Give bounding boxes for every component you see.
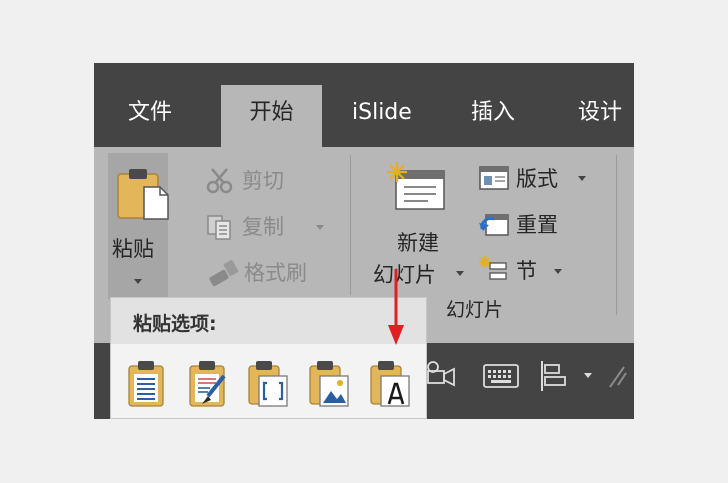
paste-option-keep-text-only[interactable] <box>367 358 413 410</box>
tab-insert[interactable]: 插入 <box>471 85 515 147</box>
paste-option-picture[interactable] <box>306 358 352 410</box>
keyboard-icon[interactable] <box>482 363 520 389</box>
align-dropdown-caret[interactable] <box>584 373 592 378</box>
paste-option-embed[interactable] <box>245 358 291 410</box>
ribbon-separator <box>616 155 617 315</box>
paste-clipboard-icon <box>117 169 169 220</box>
rotate-icon[interactable] <box>604 361 634 391</box>
layout-dropdown-caret[interactable] <box>578 176 586 181</box>
paste-dropdown-caret[interactable] <box>134 279 142 284</box>
tab-design[interactable]: 设计 <box>578 85 622 147</box>
layout-button[interactable]: 版式 <box>516 163 558 193</box>
copy-button[interactable]: 复制 <box>242 211 284 241</box>
reset-button[interactable]: 重置 <box>516 209 558 239</box>
slides-group-label: 幻灯片 <box>446 299 504 321</box>
section-dropdown-caret[interactable] <box>554 269 562 274</box>
new-slide-label-line1[interactable]: 新建 <box>397 227 439 257</box>
format-painter-button[interactable]: 格式刷 <box>244 257 307 287</box>
section-icon <box>479 256 507 280</box>
paste-embed-icon <box>248 361 288 407</box>
paste-label: 粘贴 <box>112 237 154 261</box>
scissors-icon <box>206 168 233 194</box>
paste-keep-source-formatting-icon <box>189 361 226 407</box>
tab-islide[interactable]: iSlide <box>352 85 412 147</box>
section-button[interactable]: 节 <box>516 255 537 285</box>
align-left-icon[interactable] <box>538 359 568 393</box>
paste-keep-text-only-icon <box>370 361 410 407</box>
ribbon-separator <box>350 155 351 295</box>
copy-icon <box>207 215 231 240</box>
paste-picture-icon <box>309 361 349 407</box>
layout-icon <box>479 166 509 190</box>
tab-file[interactable]: 文件 <box>128 85 172 147</box>
paste-option-keep-source-formatting[interactable] <box>184 358 230 410</box>
paste-use-destination-theme-icon <box>128 361 164 407</box>
new-slide-dropdown-caret[interactable] <box>456 271 464 276</box>
video-camera-icon[interactable] <box>424 359 458 387</box>
cut-button[interactable]: 剪切 <box>242 165 284 195</box>
new-slide-icon <box>387 162 445 210</box>
paste-options-title: 粘贴选项: <box>133 313 217 335</box>
format-painter-icon <box>209 259 239 287</box>
red-arrow-icon <box>388 269 404 345</box>
paste-options-menu: 粘贴选项: <box>110 297 427 419</box>
ribbon-tab-bar: 文件 开始 iSlide 插入 设计 <box>94 63 634 147</box>
paste-option-use-destination-theme[interactable] <box>123 358 169 410</box>
copy-dropdown-caret[interactable] <box>316 225 324 230</box>
tab-home[interactable]: 开始 <box>221 85 322 147</box>
powerpoint-window: 文件 开始 iSlide 插入 设计 粘贴 剪切 复制 格式刷 新建 幻灯片 版… <box>94 63 634 419</box>
paste-options-header: 粘贴选项: <box>111 298 426 344</box>
reset-icon <box>479 214 509 236</box>
paste-button[interactable]: 粘贴 <box>108 153 169 299</box>
